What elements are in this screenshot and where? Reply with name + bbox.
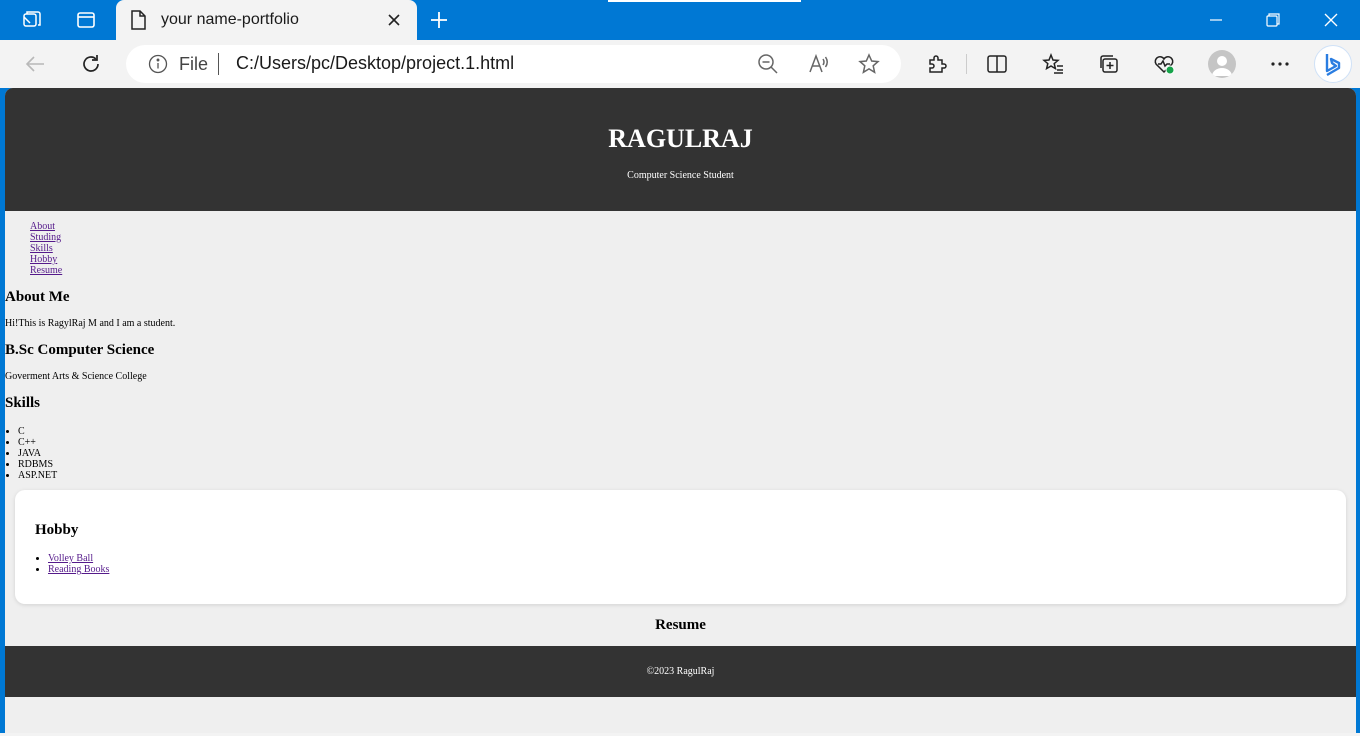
minimize-icon[interactable] [1204,8,1228,32]
address-scheme-label: File [179,54,209,74]
hobby-heading: Hobby [35,522,79,538]
study-heading: B.Sc Computer Science [5,342,155,358]
toolbar-divider [966,54,967,74]
site-info-icon[interactable] [148,54,168,79]
tab-title: your name-portfolio [161,11,299,28]
address-bar[interactable]: File C:/Users/pc/Desktop/project.1.html [126,45,901,83]
about-text: Hi!This is RagylRaj M and I am a student… [5,318,176,329]
favorite-star-icon[interactable] [857,52,881,76]
browser-title-bar: your name-portfolio [0,0,1360,40]
skill-item: RDBMS [18,459,57,470]
close-tab-icon[interactable] [383,9,405,31]
address-divider [218,53,219,75]
extensions-icon[interactable] [925,52,949,76]
page-viewport: RAGULRAJ Computer Science Student About … [5,88,1356,733]
about-heading: About Me [5,289,70,305]
tab-actions-icon[interactable] [74,8,98,32]
nav-link-hobby[interactable]: Hobby [30,254,57,265]
bing-copilot-icon[interactable] [1314,45,1352,83]
skills-heading: Skills [5,395,41,411]
nav-item-hobby: Hobby [30,254,62,265]
address-url[interactable]: C:/Users/pc/Desktop/project.1.html [236,53,514,74]
read-aloud-icon[interactable] [807,52,831,76]
skill-item: ASP.NET [18,470,57,481]
split-screen-icon[interactable] [985,52,1009,76]
nav-item-studing: Studing [30,232,62,243]
back-icon[interactable] [23,52,47,76]
nav-link-resume[interactable]: Resume [30,265,62,276]
skill-item: C [18,426,57,437]
resume-heading: Resume [655,617,706,633]
document-icon [130,10,146,35]
nav-link-studing[interactable]: Studing [30,232,61,243]
new-tab-icon[interactable] [427,8,451,32]
hobby-link-reading-books[interactable]: Reading Books [48,564,109,575]
nav-link-about[interactable]: About [30,221,55,232]
hobby-item: Volley Ball [48,553,109,564]
close-window-icon[interactable] [1319,8,1343,32]
profile-avatar[interactable] [1208,50,1236,78]
drag-region-highlight [608,0,801,2]
workspaces-icon[interactable] [20,8,44,32]
site-footer: ©2023 RagulRaj [5,646,1356,697]
refresh-icon[interactable] [79,52,103,76]
browser-essentials-icon[interactable] [1152,52,1176,76]
skills-list: C C++ JAVA RDBMS ASP.NET [5,426,57,481]
footer-copyright: ©2023 RagulRaj [646,666,715,677]
study-text: Goverment Arts & Science College [5,371,147,382]
zoom-out-icon[interactable] [756,52,780,76]
collections-icon[interactable] [1097,52,1121,76]
hobby-card: Hobby Volley Ball Reading Books [15,490,1346,604]
site-nav: About Studing Skills Hobby Resume [30,221,62,276]
hobby-list: Volley Ball Reading Books [35,553,109,575]
tab-active[interactable]: your name-portfolio [116,0,417,40]
browser-toolbar: File C:/Users/pc/Desktop/project.1.html [0,40,1360,88]
nav-link-skills[interactable]: Skills [30,243,53,254]
site-tagline: Computer Science Student [627,170,734,181]
nav-item-skills: Skills [30,243,62,254]
favorites-icon[interactable] [1041,52,1065,76]
site-title: RAGULRAJ [608,124,753,153]
restore-icon[interactable] [1261,8,1285,32]
site-header: RAGULRAJ Computer Science Student [5,88,1356,211]
hobby-link-volley-ball[interactable]: Volley Ball [48,553,93,564]
nav-item-resume: Resume [30,265,62,276]
skill-item: JAVA [18,448,57,459]
skill-item: C++ [18,437,57,448]
more-options-icon[interactable] [1268,52,1292,76]
hobby-item: Reading Books [48,564,109,575]
nav-item-about: About [30,221,62,232]
